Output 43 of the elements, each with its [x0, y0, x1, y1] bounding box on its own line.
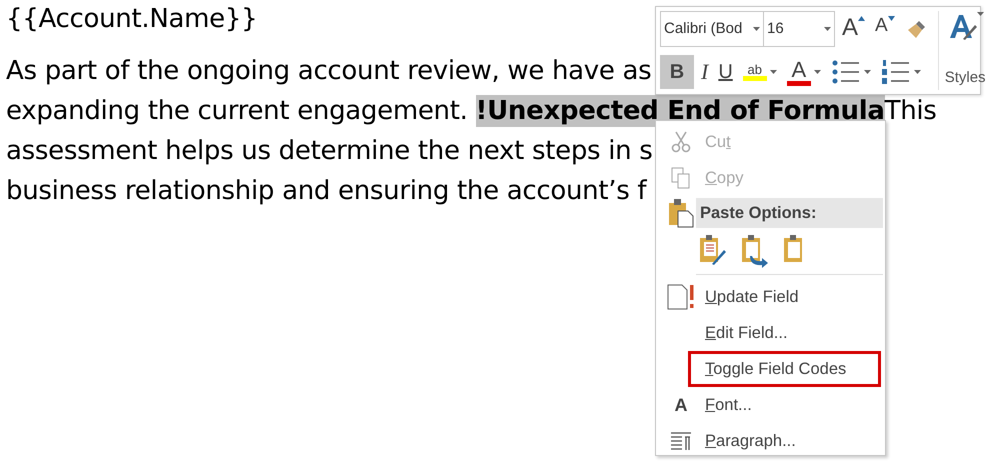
- menu-item[interactable]: Paragraph...: [658, 423, 883, 459]
- document-alert-icon: [666, 284, 696, 310]
- caret-icon: [914, 70, 921, 74]
- caret-icon: [753, 27, 760, 31]
- paste-formatting-icon: [698, 234, 728, 268]
- merge-field-text: {{Account.Name}}: [6, 3, 258, 36]
- menu-item[interactable]: Edit Field...: [658, 315, 883, 351]
- menu-item[interactable]: Update Field: [658, 279, 883, 315]
- bullet-list-icon: [830, 59, 861, 85]
- caret-icon: [824, 27, 831, 31]
- bold-button[interactable]: B: [660, 55, 694, 89]
- body-text: As part of the ongoing account review, we have as: [6, 55, 652, 87]
- body-text: expanding the current engagement.: [6, 95, 469, 127]
- body-text: assessment helps us determine the next steps in s: [6, 135, 653, 167]
- caret-icon: [814, 70, 821, 74]
- paste-merge-icon: [740, 234, 770, 268]
- color-bar-icon: [786, 80, 811, 86]
- caret-icon: [770, 70, 777, 74]
- font-icon: A: [674, 392, 688, 418]
- color-bar-icon: [742, 76, 767, 81]
- clipboard-icon: [668, 198, 694, 228]
- underline-button[interactable]: U: [715, 55, 736, 89]
- italic-button[interactable]: I: [698, 55, 712, 89]
- font-color-button[interactable]: A: [784, 55, 824, 89]
- paragraph-icon: [670, 431, 692, 451]
- numbered-list-icon: [880, 59, 911, 85]
- shrink-font-button[interactable]: A: [872, 12, 898, 46]
- caret-icon: [976, 12, 984, 16]
- font-name-field[interactable]: Calibri (Bod: [660, 11, 764, 47]
- highlight-button[interactable]: ab: [740, 55, 780, 89]
- body-text: This: [884, 95, 937, 127]
- down-triangle-icon: [888, 16, 895, 21]
- menu-item[interactable]: A Font...: [658, 387, 883, 423]
- font-size-field[interactable]: 16: [763, 11, 835, 47]
- caret-icon: [864, 70, 871, 74]
- menu-header: Paste Options:: [696, 198, 883, 228]
- copy-icon: [671, 167, 691, 189]
- grow-font-button[interactable]: A: [839, 12, 868, 46]
- menu-item[interactable]: Toggle Field Codes: [688, 351, 881, 387]
- styles-button[interactable]: Styles: [938, 11, 992, 90]
- up-triangle-icon: [858, 16, 866, 21]
- scissors-icon: [671, 131, 691, 153]
- body-text: business relationship and ensuring the account’s f: [6, 175, 646, 207]
